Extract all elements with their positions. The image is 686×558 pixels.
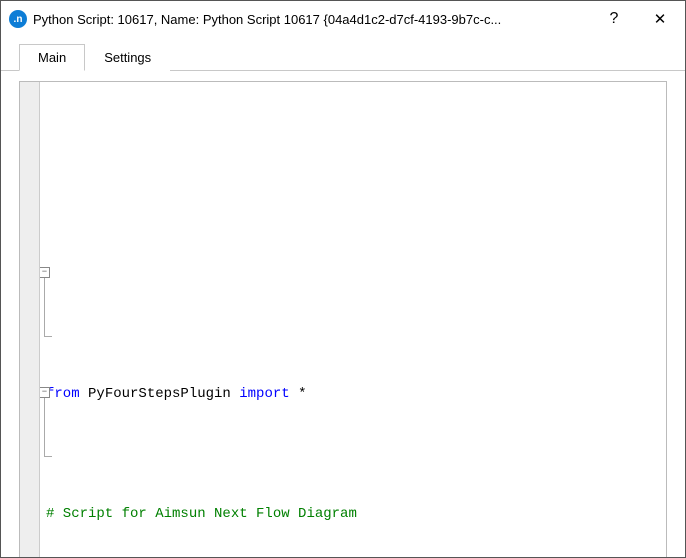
code-editor[interactable]: − − − from PyFourStepsPlugin import * # … — [19, 81, 667, 557]
fold-tree-line — [44, 278, 45, 336]
editor-gutter — [20, 82, 40, 557]
titlebar: .n Python Script: 10617, Name: Python Sc… — [1, 1, 685, 37]
fold-tree-end — [44, 456, 52, 457]
code-area[interactable]: − − − from PyFourStepsPlugin import * # … — [40, 82, 666, 557]
app-icon: .n — [9, 10, 27, 28]
tab-main[interactable]: Main — [19, 44, 85, 71]
close-button[interactable]: ✕ — [637, 3, 683, 35]
fold-icon[interactable]: − — [40, 387, 50, 398]
fold-tree-end — [44, 336, 52, 337]
window-title: Python Script: 10617, Name: Python Scrip… — [33, 12, 591, 27]
help-button[interactable]: ? — [591, 3, 637, 35]
fold-icon[interactable]: − — [40, 267, 50, 278]
tab-settings[interactable]: Settings — [85, 44, 170, 71]
tab-bar: Main Settings — [1, 37, 685, 71]
fold-tree-line — [44, 398, 45, 456]
content-area: − − − from PyFourStepsPlugin import * # … — [1, 71, 685, 557]
